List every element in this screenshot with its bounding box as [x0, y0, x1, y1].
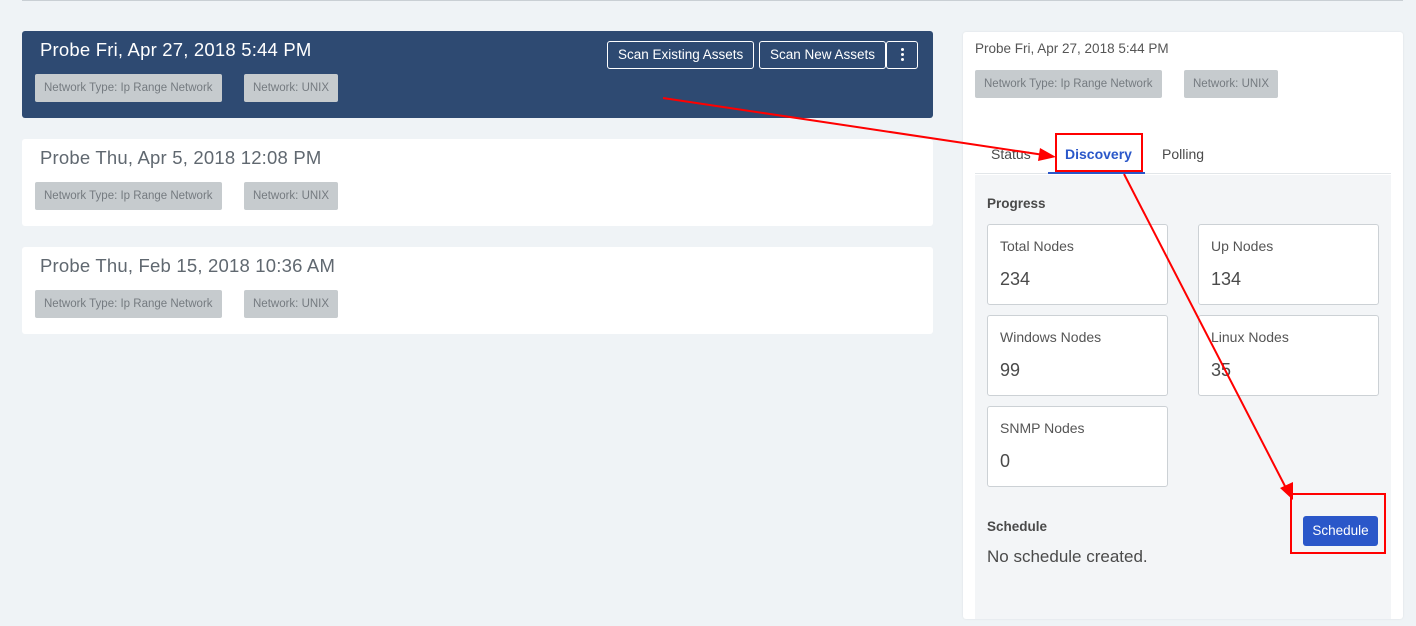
tab-divider	[975, 173, 1391, 174]
network-tag: Network: UNIX	[244, 182, 339, 210]
progress-heading: Progress	[987, 196, 1046, 211]
stat-label: SNMP Nodes	[1000, 420, 1085, 436]
network-type-tag: Network Type: Ip Range Network	[35, 74, 222, 102]
stat-total-nodes: Total Nodes 234	[987, 224, 1168, 305]
active-tab-indicator	[1048, 172, 1145, 174]
probe-card[interactable]: Probe Thu, Apr 5, 2018 12:08 PM Network …	[22, 139, 933, 226]
network-tag: Network: UNIX	[1184, 70, 1279, 98]
scan-existing-assets-button[interactable]: Scan Existing Assets	[607, 41, 755, 69]
stat-value: 0	[1000, 451, 1011, 471]
tab-discovery[interactable]: Discovery	[1065, 146, 1132, 162]
scan-new-assets-button[interactable]: Scan New Assets	[759, 41, 887, 69]
detail-title: Probe Fri, Apr 27, 2018 5:44 PM	[975, 41, 1169, 56]
probe-title: Probe Thu, Apr 5, 2018 12:08 PM	[40, 147, 322, 168]
network-type-tag: Network Type: Ip Range Network	[35, 182, 222, 210]
stat-value: 234	[1000, 269, 1031, 289]
stat-value: 134	[1211, 269, 1242, 289]
stat-linux-nodes: Linux Nodes 35	[1198, 315, 1379, 396]
network-tag: Network: UNIX	[244, 290, 339, 318]
stat-windows-nodes: Windows Nodes 99	[987, 315, 1168, 396]
network-tag: Network: UNIX	[244, 74, 339, 102]
vertical-ellipsis-icon[interactable]	[886, 41, 918, 69]
probe-title: Probe Fri, Apr 27, 2018 5:44 PM	[40, 39, 312, 60]
probe-detail-panel: Probe Fri, Apr 27, 2018 5:44 PM Network …	[963, 32, 1403, 619]
tab-status[interactable]: Status	[991, 146, 1031, 162]
tab-polling[interactable]: Polling	[1162, 146, 1204, 162]
schedule-empty-text: No schedule created.	[987, 547, 1148, 566]
stat-label: Windows Nodes	[1000, 329, 1102, 345]
network-type-tag: Network Type: Ip Range Network	[35, 290, 222, 318]
stat-label: Linux Nodes	[1211, 329, 1289, 345]
schedule-button[interactable]: Schedule	[1303, 516, 1378, 546]
stat-value: 35	[1211, 360, 1232, 380]
probe-card[interactable]: Probe Thu, Feb 15, 2018 10:36 AM Network…	[22, 247, 933, 334]
stat-up-nodes: Up Nodes 134	[1198, 224, 1379, 305]
network-type-tag: Network Type: Ip Range Network	[975, 70, 1162, 98]
stat-value: 99	[1000, 360, 1021, 380]
stat-snmp-nodes: SNMP Nodes 0	[987, 406, 1168, 487]
stat-label: Total Nodes	[1000, 238, 1074, 254]
probe-card-selected[interactable]: Probe Fri, Apr 27, 2018 5:44 PM Network …	[22, 31, 933, 118]
schedule-heading: Schedule	[987, 519, 1048, 534]
probe-title: Probe Thu, Feb 15, 2018 10:36 AM	[40, 255, 336, 276]
stat-label: Up Nodes	[1211, 238, 1274, 254]
top-divider	[22, 0, 1403, 1]
